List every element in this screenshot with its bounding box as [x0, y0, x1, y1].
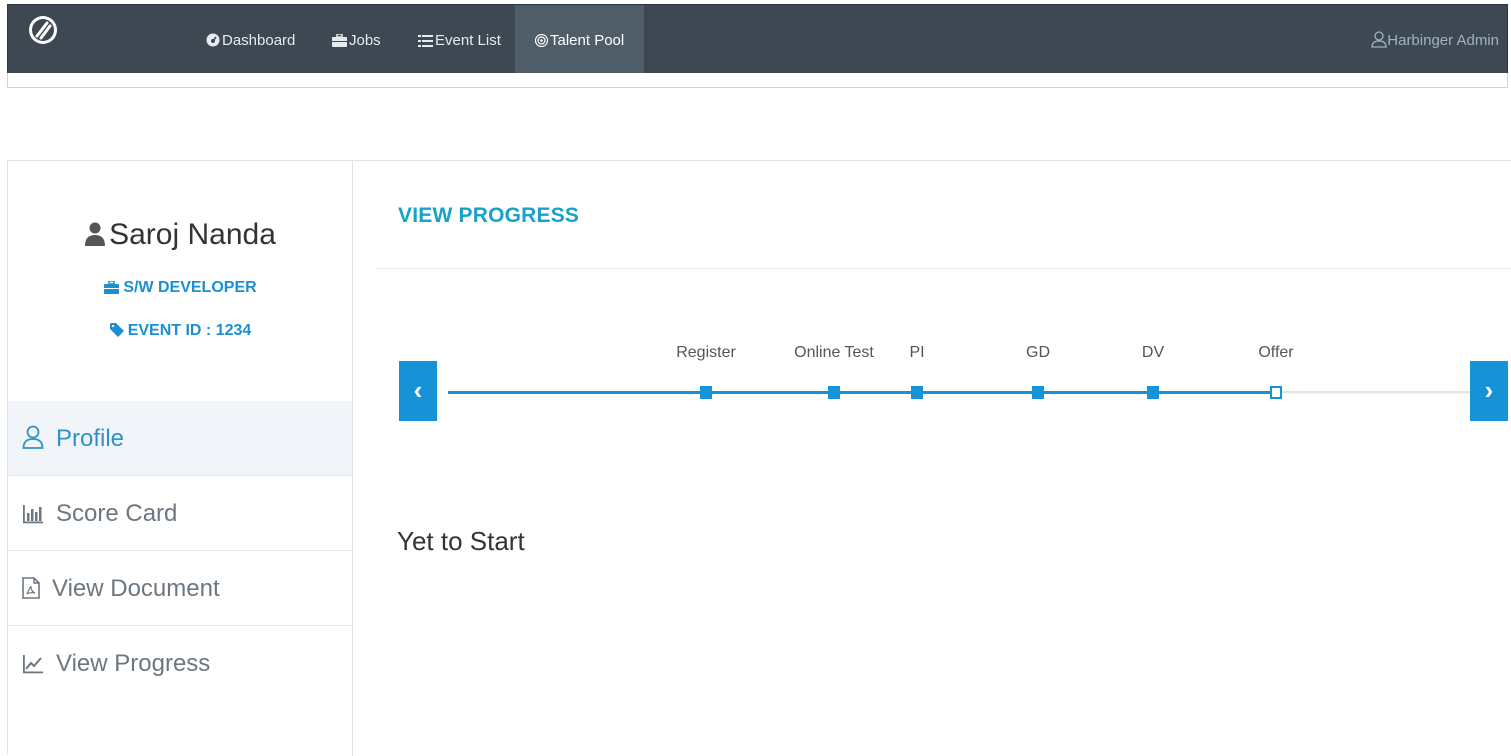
sidebar-item-label: View Document: [52, 575, 220, 602]
candidate-name-text: Saroj Nanda: [109, 218, 276, 251]
nav-dashboard[interactable]: Dashboard: [206, 5, 295, 75]
navbar-underline: [7, 73, 1508, 88]
stage-label-gd: GD: [1026, 344, 1050, 361]
candidate-name: Saroj Nanda: [8, 218, 353, 252]
briefcase-icon: [332, 33, 347, 47]
user-name: Harbinger Admin: [1387, 32, 1499, 49]
pdf-file-icon: [22, 577, 40, 599]
stage-marker-online-test[interactable]: [828, 386, 840, 399]
sidebar-item-label: Score Card: [56, 500, 178, 527]
sidebar: Saroj Nanda S/W DEVELOPER EVENT ID : 123…: [8, 161, 353, 756]
sidebar-item-profile[interactable]: Profile: [8, 401, 352, 476]
brand-logo-icon[interactable]: [28, 15, 58, 45]
stage-label-online-test: Online Test: [794, 344, 874, 361]
user-menu[interactable]: Harbinger Admin: [1371, 5, 1499, 77]
line-chart-icon: [23, 655, 43, 674]
chevron-right-icon: ›: [1484, 375, 1494, 405]
chevron-left-icon: ‹: [413, 375, 423, 405]
target-icon: [534, 33, 549, 48]
nav-jobs-label: Jobs: [349, 32, 381, 49]
stage-marker-offer[interactable]: [1270, 386, 1282, 399]
sidebar-item-label: Profile: [56, 425, 125, 452]
dashboard-icon: [206, 33, 220, 47]
progress-timeline: Register Online Test PI GD DV Offer ‹ ›: [353, 161, 1511, 461]
top-navbar: Dashboard Jobs Event List Talent Pool Ha…: [7, 4, 1508, 77]
stage-label-pi: PI: [909, 344, 925, 361]
main-content: VIEW PROGRESS Register Online Test PI GD DV O…: [353, 161, 1511, 756]
sidebar-item-label: View Progress: [56, 650, 211, 677]
progress-status: Yet to Start: [397, 526, 525, 556]
nav-talent-pool[interactable]: Talent Pool: [515, 5, 645, 75]
user-outline-icon: [1371, 31, 1387, 48]
tag-icon: [109, 323, 124, 337]
candidate-event: EVENT ID : 1234: [8, 322, 353, 340]
stage-marker-pi[interactable]: [911, 386, 923, 399]
candidate-role-text: S/W DEVELOPER: [123, 279, 257, 296]
sidebar-item-score-card[interactable]: Score Card: [8, 476, 352, 551]
briefcase-icon: [104, 280, 120, 294]
user-outline-icon: [22, 425, 44, 449]
user-icon: [85, 222, 106, 246]
timeline-next-button[interactable]: ›: [1470, 361, 1508, 421]
stage-label-dv: DV: [1141, 344, 1165, 361]
stage-marker-register[interactable]: [700, 386, 712, 399]
stage-marker-dv[interactable]: [1147, 386, 1159, 399]
stage-label-offer: Offer: [1258, 344, 1294, 361]
stage-label-register: Register: [676, 344, 736, 361]
nav-event-list-label: Event List: [435, 32, 501, 49]
nav-talent-pool-label: Talent Pool: [550, 32, 625, 49]
sidebar-item-view-document[interactable]: View Document: [8, 551, 352, 626]
nav-event-list[interactable]: Event List: [418, 5, 501, 75]
sidebar-item-view-progress[interactable]: View Progress: [8, 626, 352, 701]
timeline-prev-button[interactable]: ‹: [399, 361, 437, 421]
nav-dashboard-label: Dashboard: [222, 32, 296, 49]
candidate-event-text: EVENT ID : 1234: [127, 322, 252, 339]
profile-container: Saroj Nanda S/W DEVELOPER EVENT ID : 123…: [7, 160, 1511, 756]
bar-chart-icon: [23, 505, 43, 524]
timeline-track-svg: [448, 386, 1470, 399]
candidate-role: S/W DEVELOPER: [8, 279, 353, 297]
list-icon: [418, 35, 433, 47]
stage-marker-gd[interactable]: [1032, 386, 1044, 399]
nav-jobs[interactable]: Jobs: [332, 5, 381, 75]
